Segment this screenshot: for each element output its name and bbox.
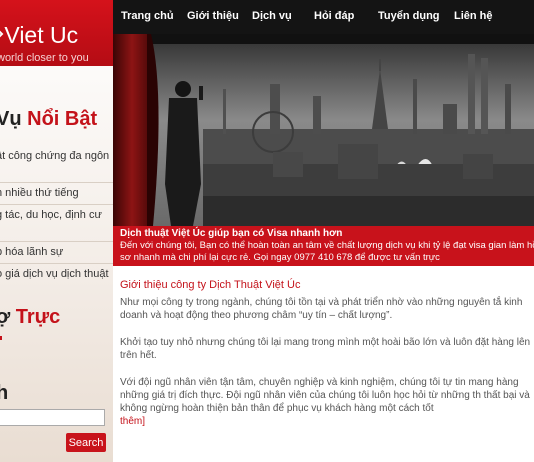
intro-paragraph-2: Khởi tạo tuy nhỏ nhưng chúng tôi lại man…	[120, 337, 531, 361]
service-link-consular[interactable]: p hóa lãnh sự	[0, 242, 113, 264]
online-support-heading: ợ Trực	[0, 306, 61, 328]
intro-paragraph-1: Như mọi công ty trong ngành, chúng tôi t…	[120, 297, 523, 321]
banner-caption: Dịch thuật Việt Úc giúp bạn có Visa nhan…	[113, 226, 534, 266]
nav-home[interactable]: Trang chủ	[121, 10, 174, 22]
featured-services-heading: Vụ Nổi Bật	[0, 108, 98, 130]
logo-tagline: world closer to you	[0, 52, 89, 64]
sidebar: Viet Uc world closer to you Vụ Nổi Bật ậ…	[0, 0, 114, 462]
intro-section: Giới thiệu công ty Dịch Thuật Việt Úc Nh…	[113, 266, 534, 462]
hero-cityscape-image	[113, 34, 534, 226]
nav-contact[interactable]: Liên hệ	[454, 10, 493, 22]
logo-title: Viet Uc	[4, 22, 79, 48]
featured-services-list: ật công chứng đa ngôn n nhiều thứ tiếng …	[0, 146, 113, 285]
intro-title[interactable]: Giới thiệu công ty Dịch Thuật Việt Úc	[120, 279, 300, 291]
search-input[interactable]	[0, 409, 105, 426]
nav-about[interactable]: Giới thiệu	[187, 10, 239, 22]
service-link-notarized-translation[interactable]: ật công chứng đa ngôn	[0, 146, 113, 183]
hero-banner[interactable]	[113, 34, 534, 226]
nav-faq[interactable]: Hỏi đáp	[314, 10, 354, 22]
search-heading: h	[0, 382, 8, 405]
banner-caption-text: Đến với chúng tôi, Bạn có thể hoàn toàn …	[120, 240, 534, 263]
intro-paragraph-3: Với đội ngũ nhân viên tận tâm, chuyên ng…	[120, 377, 530, 414]
read-more-link[interactable]: thêm]	[120, 416, 145, 427]
service-link-study-abroad[interactable]: g tác, du học, định cư	[0, 205, 113, 242]
site-logo[interactable]: Viet Uc world closer to you	[0, 0, 113, 66]
search-button[interactable]: Search	[66, 433, 106, 452]
intro-more-row: thêm]	[120, 415, 534, 428]
banner-caption-title: Dịch thuật Việt Úc giúp bạn có Visa nhan…	[120, 228, 343, 239]
nav-services[interactable]: Dịch vụ	[252, 10, 292, 22]
nav-careers[interactable]: Tuyển dụng	[378, 10, 440, 22]
top-navigation: Trang chủ Giới thiệu Dịch vụ Hỏi đáp Tuy…	[113, 0, 534, 34]
support-bullet	[0, 336, 2, 340]
service-link-multilingual[interactable]: n nhiều thứ tiếng	[0, 183, 113, 205]
service-link-price-quote[interactable]: o giá dịch vụ dịch thuật	[0, 264, 113, 285]
